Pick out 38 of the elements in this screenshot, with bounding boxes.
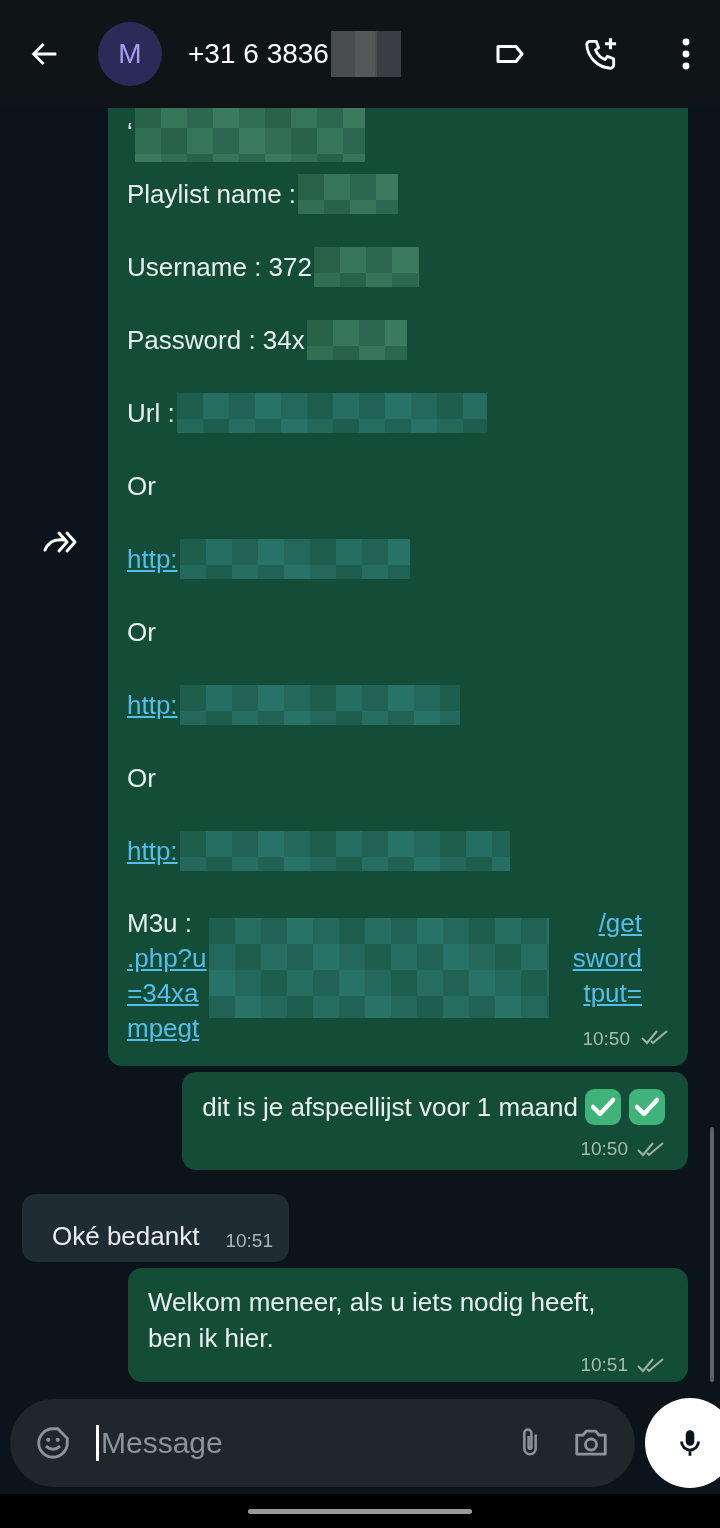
link[interactable]: .php?u — [127, 943, 207, 974]
scrollbar[interactable] — [710, 1127, 714, 1382]
message-text: Or — [127, 616, 156, 648]
message-text: Or — [127, 762, 156, 794]
contact-number[interactable]: +31 6 3836 — [188, 38, 329, 70]
more-options-icon[interactable] — [680, 36, 692, 72]
avatar[interactable]: M — [98, 22, 162, 86]
link[interactable]: http: — [127, 543, 178, 575]
message-text: M3u : — [127, 908, 193, 939]
check-mark-icon — [584, 1088, 622, 1126]
message-bubble[interactable]: Welkom meneer, als u iets nodig heeft, ben ik hier. 10:51 — [128, 1268, 688, 1382]
link[interactable]: http: — [127, 835, 178, 867]
message-text: Username : 372 — [127, 251, 312, 283]
message-text: Or — [127, 470, 156, 502]
home-indicator[interactable] — [248, 1508, 472, 1514]
message-time: 10:51 — [225, 1229, 273, 1252]
message-bubble[interactable]: ‘ Playlist name : Username : 372 Password : 34x Url : Or http: Or http: Or http: M3u : /get .php?u sword =34xa tput= mpegt 10:50 — [108, 108, 688, 1066]
message-bubble[interactable]: dit is je afspeellijst voor 1 maand 10:50 — [182, 1072, 688, 1170]
message-text: Url : — [127, 397, 175, 429]
message-bubble[interactable]: Oké bedankt 10:51 — [22, 1194, 289, 1262]
link[interactable]: mpegt — [127, 1013, 200, 1044]
message-time: 10:50 — [582, 1028, 630, 1050]
message-text: Oké bedankt — [52, 1221, 200, 1252]
link[interactable]: =34xa — [127, 978, 199, 1009]
message-text: ‘ — [127, 116, 133, 148]
link[interactable]: /get — [598, 908, 642, 939]
message-time: 10:51 — [580, 1354, 628, 1376]
message-time: 10:50 — [580, 1138, 628, 1160]
sticker-icon[interactable] — [34, 1424, 72, 1462]
message-text: Welkom meneer, als u iets nodig heeft, ben ik hier. — [148, 1286, 597, 1355]
link[interactable]: sword — [572, 943, 642, 974]
message-text: Playlist name : — [127, 178, 297, 210]
link[interactable]: http: — [127, 689, 178, 721]
link[interactable]: tput= — [583, 978, 642, 1009]
message-text: dit is je afspeellijst voor 1 maand — [202, 1091, 578, 1124]
message-text: Password : 34x — [127, 324, 305, 356]
check-mark-icon — [628, 1088, 666, 1126]
message-field[interactable]: Message — [10, 1399, 635, 1487]
